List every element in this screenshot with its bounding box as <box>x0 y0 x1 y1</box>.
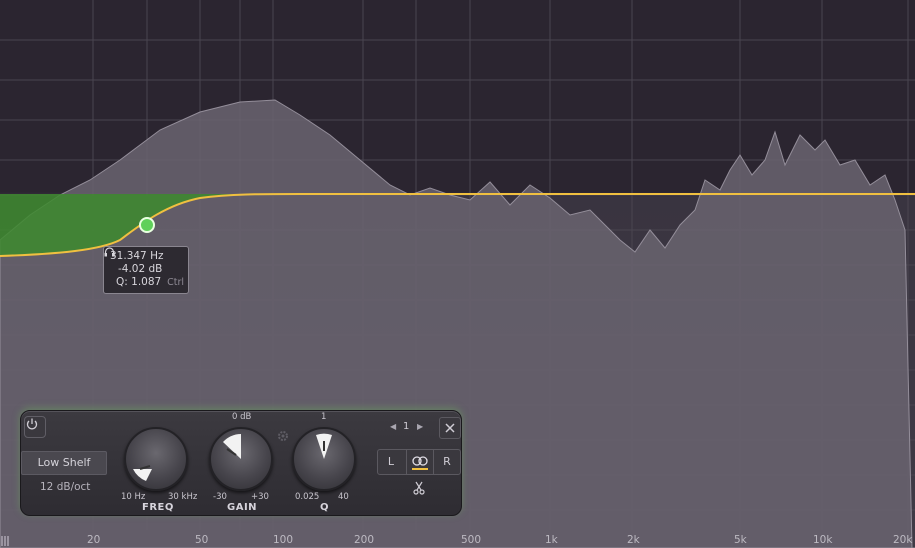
band-power-button[interactable] <box>24 416 46 438</box>
gain-label: GAIN <box>227 502 258 513</box>
scissors-icon[interactable] <box>413 481 425 495</box>
freq-axis-label-200: 200 <box>354 534 375 546</box>
freq-knob-indicator <box>133 465 152 481</box>
freq-axis-label-20: 20 <box>87 534 101 546</box>
tooltip-frequency: 31.347 Hz <box>110 250 164 262</box>
gain-max-label: +30 <box>251 492 269 502</box>
q-knob-indicator <box>316 433 332 459</box>
stereo-link-button[interactable] <box>406 450 434 474</box>
gain-min-label: -30 <box>213 492 227 502</box>
band-node[interactable] <box>139 217 155 233</box>
freq-axis-label-5k: 5k <box>734 534 747 546</box>
freq-knob[interactable] <box>124 427 188 491</box>
q-knob[interactable] <box>292 427 356 491</box>
power-icon <box>26 418 38 430</box>
close-icon <box>445 423 455 433</box>
stereo-placement-selector: L R <box>377 449 461 475</box>
filter-slope-selector[interactable]: 12 dB/oct <box>40 481 90 493</box>
freq-axis-label-2k: 2k <box>627 534 640 546</box>
stereo-left-button[interactable]: L <box>378 450 404 474</box>
freq-axis-label-10k: 10k <box>813 534 833 546</box>
tooltip-modifier: Ctrl <box>167 277 184 288</box>
close-band-button[interactable] <box>439 417 461 439</box>
next-band-icon[interactable]: ▶ <box>417 422 423 431</box>
stereo-link-icon <box>412 456 428 470</box>
headphones-icon[interactable] <box>104 247 115 257</box>
freq-axis-label-1k: 1k <box>545 534 558 546</box>
q-min-label: 0.025 <box>295 492 320 502</box>
stereo-right-button[interactable]: R <box>434 450 460 474</box>
freq-label: FREQ <box>142 502 174 513</box>
band-number: 1 <box>403 421 410 432</box>
q-label: Q <box>320 502 330 513</box>
band-control-panel: Low Shelf 12 dB/oct 10 Hz 30 kHz FREQ 0 … <box>20 410 462 516</box>
freq-max-label: 30 kHz <box>168 492 198 502</box>
freq-axis-label-100: 100 <box>273 534 294 546</box>
q-max-label: 40 <box>338 492 349 502</box>
freq-min-label: 10 Hz <box>121 492 146 502</box>
freq-axis-label-500: 500 <box>461 534 482 546</box>
freq-axis-label-50: 50 <box>195 534 209 546</box>
band-tooltip: 31.347 Hz -4.02 dB Q: 1.087 Ctrl <box>103 246 189 294</box>
tooltip-gain: -4.02 dB <box>118 263 163 275</box>
eq-display[interactable]: 31.347 Hz -4.02 dB Q: 1.087 Ctrl Low She… <box>0 0 915 548</box>
q-center-label: 1 <box>321 412 327 422</box>
gain-knob-indicator <box>223 434 241 459</box>
gain-center-label: 0 dB <box>232 412 252 422</box>
filter-shape-dropdown[interactable]: Low Shelf <box>21 451 107 475</box>
gain-knob[interactable] <box>209 427 273 491</box>
prev-band-icon[interactable]: ◀ <box>390 422 396 431</box>
gear-icon[interactable] <box>276 429 290 443</box>
freq-axis-label-20k: 20k <box>893 534 913 546</box>
tooltip-q: Q: 1.087 <box>116 276 162 288</box>
